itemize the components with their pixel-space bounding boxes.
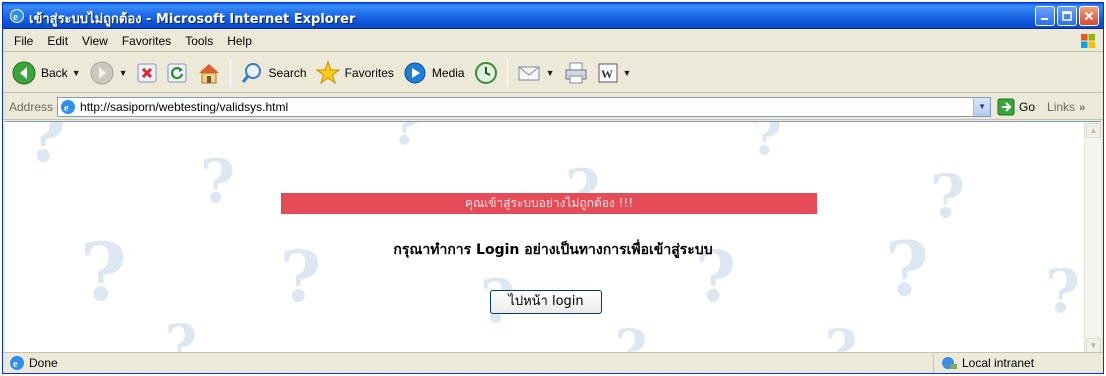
go-to-login-button[interactable]: ไปหน้า login	[490, 290, 602, 314]
windows-flag-icon	[1079, 32, 1097, 50]
address-input[interactable]: e http://sasiporn/webtesting/validsys.ht…	[57, 96, 992, 117]
go-arrow-icon	[997, 98, 1015, 115]
title-bar[interactable]: e เข้าสู่ระบบไม่ถูกต้อง - Microsoft Inte…	[3, 3, 1103, 29]
go-label: Go	[1019, 99, 1036, 114]
background-question-mark-icon: ?	[25, 121, 67, 178]
svg-text:W: W	[601, 67, 613, 81]
background-question-mark-icon: ?	[390, 121, 423, 157]
svg-text:e: e	[64, 103, 69, 114]
forward-arrow-icon	[90, 61, 114, 84]
home-icon	[198, 63, 219, 83]
page-content: ??????????????? คุณเข้าสู่ระบบอย่างไม่ถู…	[5, 121, 1101, 353]
background-question-mark-icon: ?	[1045, 257, 1081, 327]
ie-logo-icon: e	[9, 8, 25, 24]
maximize-icon	[1062, 11, 1072, 21]
mail-icon	[518, 66, 540, 80]
menu-file[interactable]: File	[7, 32, 40, 50]
refresh-icon	[167, 63, 187, 82]
close-icon	[1084, 11, 1094, 21]
back-arrow-icon	[12, 61, 36, 84]
background-question-mark-icon: ?	[200, 147, 236, 217]
background-question-mark-icon: ?	[165, 312, 198, 353]
menu-bar: File Edit View Favorites Tools Help	[3, 30, 1103, 52]
back-button[interactable]: Back ▼	[7, 56, 85, 90]
address-bar: Address e http://sasiporn/webtesting/val…	[3, 94, 1103, 120]
background-question-mark-icon: ?	[615, 317, 648, 353]
menu-tools[interactable]: Tools	[178, 32, 220, 50]
scroll-up-icon[interactable]: ▲	[1086, 123, 1101, 138]
media-button[interactable]: Media	[398, 56, 469, 90]
mail-dropdown-icon[interactable]: ▼	[546, 68, 555, 78]
background-question-mark-icon: ?	[750, 121, 783, 167]
forward-button[interactable]: ▼	[85, 56, 132, 90]
history-icon	[474, 61, 497, 84]
security-zone[interactable]: Local intranet	[933, 353, 1035, 373]
favorites-button[interactable]: Favorites	[311, 56, 398, 90]
background-question-mark-icon: ?	[930, 162, 966, 232]
window-title: เข้าสู่ระบบไม่ถูกต้อง - Microsoft Intern…	[29, 12, 356, 27]
vertical-scrollbar[interactable]: ▲ ▼	[1084, 122, 1101, 353]
status-bar: e Done Local intranet	[3, 352, 1103, 373]
menu-favorites[interactable]: Favorites	[115, 32, 178, 50]
edit-word-button[interactable]: W ▼	[593, 56, 636, 90]
status-text: Done	[29, 356, 58, 370]
error-banner: คุณเข้าสู่ระบบอย่างไม่ถูกต้อง !!!	[281, 193, 817, 214]
minimize-icon	[1041, 18, 1048, 20]
word-edit-icon: W	[598, 63, 618, 82]
menu-help[interactable]: Help	[220, 32, 259, 50]
zone-label: Local intranet	[962, 356, 1035, 370]
minimize-button[interactable]	[1035, 6, 1055, 26]
history-button[interactable]	[469, 56, 503, 90]
home-button[interactable]	[192, 56, 226, 90]
media-label: Media	[431, 65, 465, 80]
refresh-button[interactable]	[162, 56, 192, 90]
address-url: http://sasiporn/webtesting/validsys.html	[80, 99, 289, 114]
address-label: Address	[9, 99, 54, 114]
login-instruction: กรุณาทำการ Login อย่างเป็นทางการเพื่อเข้…	[393, 242, 713, 258]
address-dropdown-icon[interactable]: ▼	[973, 97, 991, 116]
go-button[interactable]: Go	[997, 98, 1035, 116]
search-button[interactable]: Search	[235, 56, 311, 90]
background-question-mark-icon: ?	[825, 317, 858, 353]
edit-dropdown-icon[interactable]: ▼	[623, 68, 632, 78]
back-dropdown-icon[interactable]: ▼	[72, 68, 81, 78]
svg-text:e: e	[13, 12, 18, 23]
scroll-down-icon[interactable]: ▼	[1086, 338, 1101, 353]
mail-button[interactable]: ▼	[512, 56, 559, 90]
back-label: Back	[41, 65, 68, 80]
stop-button[interactable]	[132, 56, 162, 90]
forward-dropdown-icon[interactable]: ▼	[119, 68, 128, 78]
menu-edit[interactable]: Edit	[40, 32, 75, 50]
page-icon: e	[61, 99, 76, 114]
links-label: Links	[1047, 99, 1076, 114]
page-loaded-icon: e	[10, 356, 24, 370]
favorites-label: Favorites	[344, 65, 394, 80]
toolbar-separator	[229, 58, 231, 87]
search-label: Search	[268, 65, 307, 80]
intranet-zone-icon	[942, 357, 957, 369]
standard-toolbar: Back ▼ ▼ Search Favorites Media ▼ W ▼	[3, 53, 1103, 93]
favorites-star-icon	[315, 60, 341, 84]
print-button[interactable]	[559, 56, 593, 90]
svg-text:e: e	[13, 359, 18, 370]
toolbar-separator	[506, 58, 508, 87]
browser-window: e เข้าสู่ระบบไม่ถูกต้อง - Microsoft Inte…	[2, 2, 1104, 374]
media-icon	[404, 62, 426, 83]
search-icon	[241, 62, 261, 83]
caption-buttons	[1035, 6, 1099, 26]
maximize-button[interactable]	[1057, 6, 1077, 26]
links-toolbar[interactable]: Links»	[1047, 100, 1085, 114]
printer-icon	[565, 62, 587, 83]
stop-icon	[137, 63, 157, 82]
close-button[interactable]	[1079, 6, 1099, 26]
menu-view[interactable]: View	[75, 32, 115, 50]
chevron-right-icon: »	[1079, 101, 1086, 114]
